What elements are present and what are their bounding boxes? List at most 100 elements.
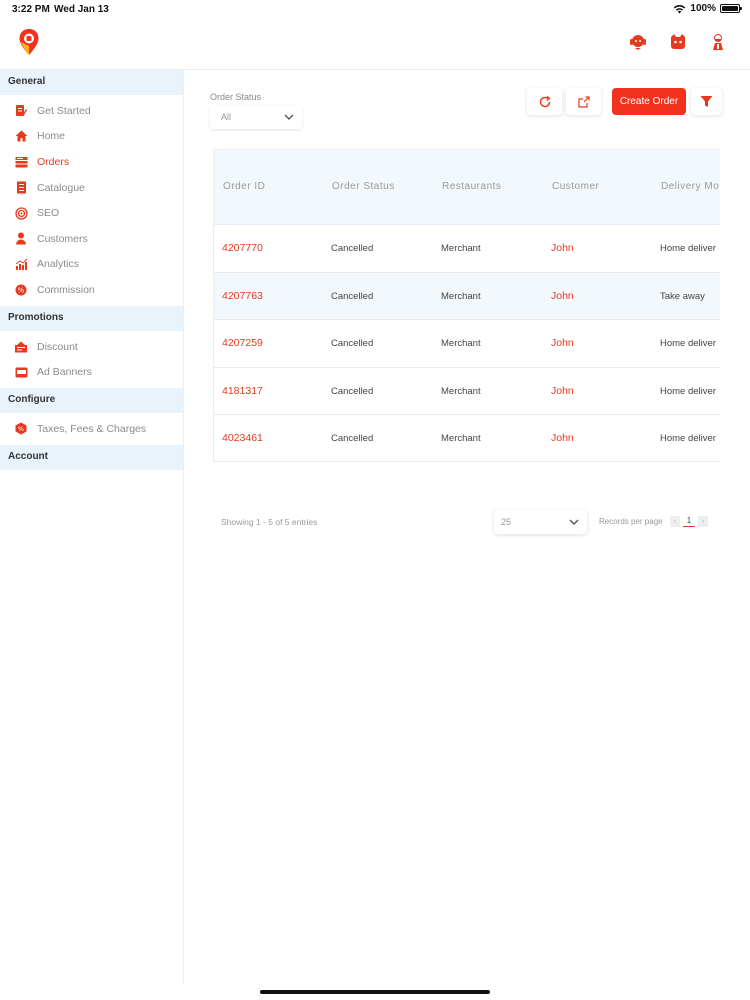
restaurant-cell: Merchant — [441, 290, 481, 302]
percent-icon: % — [14, 283, 28, 297]
records-per-page-value: 25 — [501, 517, 512, 527]
order-id-link[interactable]: 4207763 — [222, 290, 263, 302]
table-row[interactable]: 4207763 Cancelled Merchant John Take awa… — [214, 272, 720, 320]
catalogue-icon — [14, 181, 28, 195]
filter-button[interactable] — [691, 88, 722, 115]
order-status-cell: Cancelled — [331, 290, 374, 302]
tax-icon: % — [14, 422, 28, 436]
sidebar-item-label: Customers — [37, 232, 88, 245]
page-number[interactable]: 1 — [683, 516, 695, 527]
document-edit-icon — [14, 104, 28, 118]
customer-link[interactable]: John — [551, 242, 574, 254]
sidebar-item-label: Catalogue — [37, 181, 85, 194]
records-per-page-label: Records per page — [599, 517, 663, 526]
target-icon — [14, 206, 28, 220]
sidebar-item-discount[interactable]: Discount — [0, 334, 183, 360]
column-header-order-id[interactable]: Order ID — [223, 181, 265, 192]
table-header: Order ID Order Status Restaurants Custom… — [214, 150, 720, 225]
sidebar-item-customers[interactable]: Customers — [0, 226, 183, 252]
app-header — [0, 20, 750, 70]
records-per-page-select[interactable]: 25 — [494, 510, 587, 534]
column-header-order-status[interactable]: Order Status — [332, 181, 395, 192]
status-time: 3:22 PM — [12, 4, 50, 15]
sidebar-item-seo[interactable]: SEO — [0, 200, 183, 226]
sidebar-item-taxes-fees-charges[interactable]: % Taxes, Fees & Charges — [0, 416, 183, 442]
order-id-link[interactable]: 4023461 — [222, 432, 263, 444]
sidebar-item-analytics[interactable]: Analytics — [0, 252, 183, 278]
order-status-cell: Cancelled — [331, 338, 374, 349]
chevron-down-icon — [284, 114, 294, 120]
sidebar-item-label: Analytics — [37, 258, 80, 271]
sidebar-item-label: Taxes, Fees & Charges — [37, 422, 147, 435]
customer-link[interactable]: John — [551, 432, 574, 444]
sidebar-item-label: Discount — [37, 340, 78, 353]
sidebar-item-orders[interactable]: Orders — [0, 149, 183, 175]
battery-icon — [720, 4, 742, 13]
sidebar-item-label: Commission — [37, 283, 95, 296]
create-order-button[interactable]: Create Order — [612, 88, 686, 115]
app-logo-icon[interactable] — [18, 28, 40, 58]
filter-icon — [700, 96, 713, 107]
sidebar: General Get Started Home Orders Catalogu… — [0, 70, 184, 985]
prev-page-button[interactable]: ‹ — [670, 516, 680, 527]
sidebar-item-label: SEO — [37, 207, 60, 220]
refresh-icon — [539, 95, 551, 107]
order-id-link[interactable]: 4207259 — [222, 337, 263, 349]
order-id-link[interactable]: 4207770 — [222, 242, 263, 254]
pagination: ‹ 1 › — [670, 516, 708, 527]
status-bar: 3:22 PM Wed Jan 13 100% — [0, 0, 750, 20]
sidebar-item-label: Ad Banners — [37, 366, 92, 379]
sidebar-item-label: Orders — [37, 155, 70, 168]
refresh-button[interactable] — [527, 88, 562, 115]
sidebar-item-home[interactable]: Home — [0, 124, 183, 150]
wifi-icon — [674, 4, 686, 13]
table-row[interactable]: 4207259 Cancelled Merchant John Home del… — [214, 320, 720, 368]
next-page-button[interactable]: › — [698, 516, 708, 527]
customer-link[interactable]: John — [551, 385, 574, 397]
delivery-mode-cell: Home deliver — [660, 243, 716, 254]
restaurant-cell: Merchant — [441, 433, 481, 444]
notification-icon[interactable] — [668, 32, 688, 52]
sidebar-item-get-started[interactable]: Get Started — [0, 98, 183, 124]
table-row[interactable]: 4023461 Cancelled Merchant John Home del… — [214, 415, 720, 461]
delivery-mode-cell: Home deliver — [660, 338, 716, 349]
sidebar-item-label: Home — [37, 130, 66, 143]
orders-table: Order ID Order Status Restaurants Custom… — [213, 149, 720, 462]
restaurant-cell: Merchant — [441, 338, 481, 349]
order-status-label: Order Status — [210, 92, 262, 102]
delivery-mode-cell: Take away — [660, 290, 705, 302]
nav-group-configure: % Taxes, Fees & Charges — [0, 413, 183, 445]
nav-group-promotions: Discount Ad Banners — [0, 331, 183, 388]
support-agent-icon[interactable] — [628, 32, 648, 52]
order-id-link[interactable]: 4181317 — [222, 385, 263, 397]
sidebar-item-label: Get Started — [37, 104, 91, 117]
customer-link[interactable]: John — [551, 337, 574, 349]
export-button[interactable] — [566, 88, 601, 115]
svg-text:%: % — [18, 425, 24, 433]
discount-icon — [14, 340, 28, 354]
table-row[interactable]: 4207770 Cancelled Merchant John Home del… — [214, 225, 720, 273]
battery-percent: 100% — [690, 3, 716, 14]
status-right: 100% — [673, 3, 742, 14]
order-status-select[interactable]: All — [210, 105, 302, 129]
order-status-cell: Cancelled — [331, 385, 374, 397]
column-header-restaurants[interactable]: Restaurants — [442, 181, 501, 192]
sidebar-item-commission[interactable]: % Commission — [0, 277, 183, 303]
table-row[interactable]: 4181317 Cancelled Merchant John Home del… — [214, 368, 720, 415]
section-account[interactable]: Account — [0, 444, 183, 470]
customer-link[interactable]: John — [551, 290, 574, 302]
nav-group-general: Get Started Home Orders Catalogue SEO Cu… — [0, 95, 183, 306]
sidebar-item-ad-banners[interactable]: Ad Banners — [0, 359, 183, 385]
person-icon — [14, 232, 28, 246]
analytics-icon — [14, 257, 28, 271]
entries-summary: Showing 1 - 5 of 5 entries — [221, 517, 318, 527]
column-header-customer[interactable]: Customer — [552, 181, 599, 192]
home-indicator[interactable] — [260, 990, 490, 994]
order-status-value: All — [221, 112, 232, 122]
external-link-icon — [577, 95, 590, 108]
section-general: General — [0, 70, 183, 95]
user-profile-icon[interactable] — [708, 32, 728, 52]
order-status-cell: Cancelled — [331, 243, 374, 254]
column-header-delivery-mode[interactable]: Delivery Mo — [661, 181, 719, 192]
sidebar-item-catalogue[interactable]: Catalogue — [0, 175, 183, 201]
